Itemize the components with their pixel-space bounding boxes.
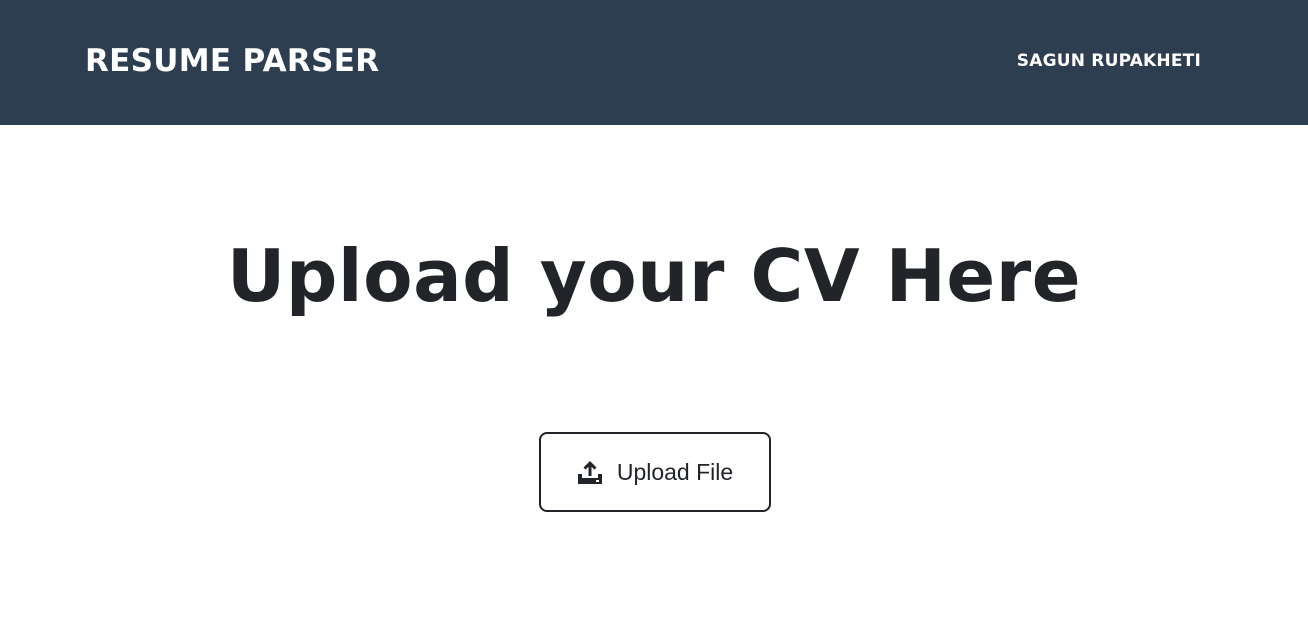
navbar: RESUME PARSER SAGUN RUPAKHETI [0, 0, 1308, 125]
user-name-link[interactable]: SAGUN RUPAKHETI [1017, 49, 1201, 73]
upload-file-button[interactable]: Upload File [539, 432, 771, 512]
page-title: Upload your CV Here [226, 234, 1082, 318]
brand-title[interactable]: RESUME PARSER [85, 40, 379, 82]
upload-button-label: Upload File [616, 459, 734, 485]
upload-icon [577, 459, 603, 485]
